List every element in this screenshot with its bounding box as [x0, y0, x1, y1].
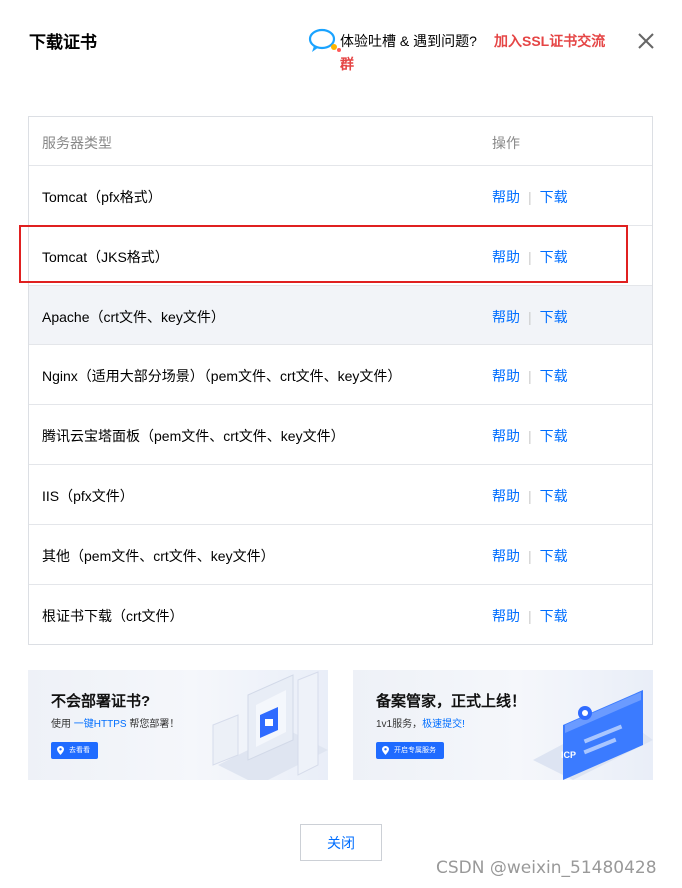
banner-title: 不会部署证书?: [51, 693, 151, 710]
server-type-name: 腾讯云宝塔面板（pem文件、crt文件、key文件）: [42, 428, 345, 445]
server-type-name: Apache（crt文件、key文件）: [42, 308, 225, 325]
table-row: Tomcat（JKS格式） 帮助 | 下载: [29, 226, 652, 286]
download-link[interactable]: 下载: [540, 309, 568, 325]
separator: |: [528, 607, 532, 624]
server-type-name: IIS（pfx文件）: [42, 487, 134, 504]
separator: |: [528, 189, 532, 205]
join-group-link-continued[interactable]: 群: [340, 53, 354, 75]
server-type-name: Tomcat（pfx格式）: [42, 189, 162, 205]
download-link[interactable]: 下载: [540, 428, 568, 444]
icp-illustration-icon: ICP: [533, 690, 653, 780]
location-pin-icon: [57, 746, 64, 755]
server-type-name: 根证书下载（crt文件）: [42, 607, 184, 624]
separator: |: [528, 368, 532, 385]
table-row: 腾讯云宝塔面板（pem文件、crt文件、key文件） 帮助 | 下载: [29, 405, 652, 465]
server-type-name: Tomcat（JKS格式）: [42, 248, 169, 265]
help-link[interactable]: 帮助: [492, 488, 520, 504]
help-link[interactable]: 帮助: [492, 548, 520, 564]
column-header-actions: 操作: [492, 135, 520, 151]
table-row: Tomcat（pfx格式） 帮助 | 下载: [29, 166, 652, 226]
banner-button[interactable]: 去看看: [51, 742, 98, 759]
separator: |: [528, 487, 532, 504]
help-link[interactable]: 帮助: [492, 249, 520, 265]
icp-label: ICP: [561, 750, 576, 760]
help-link[interactable]: 帮助: [492, 368, 520, 384]
separator: |: [528, 248, 532, 265]
download-link[interactable]: 下载: [540, 249, 568, 265]
download-link[interactable]: 下载: [540, 368, 568, 384]
icp-filing-banner[interactable]: 备案管家，正式上线！ 1v1服务，极速提交! 开启专属服务 ICP: [353, 670, 653, 780]
download-link[interactable]: 下载: [540, 189, 568, 205]
close-button[interactable]: 关闭: [300, 824, 382, 861]
server-type-name: Nginx（适用大部分场景）（pem文件、crt文件、key文件）: [42, 368, 402, 385]
chat-bubble-icon: [308, 28, 341, 52]
table-row: Apache（crt文件、key文件） 帮助 | 下载: [29, 285, 652, 346]
help-link[interactable]: 帮助: [492, 189, 520, 205]
download-link[interactable]: 下载: [540, 488, 568, 504]
watermark: CSDN @weixin_51480428: [436, 858, 657, 878]
banner-description: 1v1服务，极速提交!: [376, 719, 465, 730]
server-type-table: 服务器类型 操作 Tomcat（pfx格式） 帮助 | 下载 Tomcat（JKS格…: [28, 116, 653, 646]
banner-description: 使用 一键HTTPS 帮您部署！: [51, 719, 180, 730]
table-header: 服务器类型 操作: [29, 117, 652, 166]
separator: |: [528, 547, 532, 564]
separator: |: [528, 428, 532, 445]
download-link[interactable]: 下载: [540, 608, 568, 624]
download-link[interactable]: 下载: [540, 548, 568, 564]
join-group-link[interactable]: 加入SSL证书交流: [494, 30, 605, 52]
banner-button[interactable]: 开启专属服务: [376, 742, 444, 759]
feedback-text: 体验吐槽 & 遇到问题?: [340, 33, 477, 49]
table-row: IIS（pfx文件） 帮助 | 下载: [29, 465, 652, 525]
one-click-https-banner[interactable]: 不会部署证书? 使用 一键HTTPS 帮您部署！ 去看看: [28, 670, 328, 780]
close-icon[interactable]: [636, 31, 656, 51]
dialog-title: 下载证书: [29, 33, 97, 52]
location-pin-icon: [382, 746, 389, 755]
table-row: 根证书下载（crt文件） 帮助 | 下载: [29, 585, 652, 645]
https-illustration-icon: [212, 671, 328, 780]
help-link[interactable]: 帮助: [492, 608, 520, 624]
help-link[interactable]: 帮助: [492, 309, 520, 325]
separator: |: [528, 308, 532, 325]
column-header-server-type: 服务器类型: [42, 135, 112, 151]
help-link[interactable]: 帮助: [492, 428, 520, 444]
table-row: 其他（pem文件、crt文件、key文件） 帮助 | 下载: [29, 525, 652, 585]
table-row: Nginx（适用大部分场景）（pem文件、crt文件、key文件） 帮助 | 下载: [29, 345, 652, 406]
server-type-name: 其他（pem文件、crt文件、key文件）: [42, 547, 275, 564]
